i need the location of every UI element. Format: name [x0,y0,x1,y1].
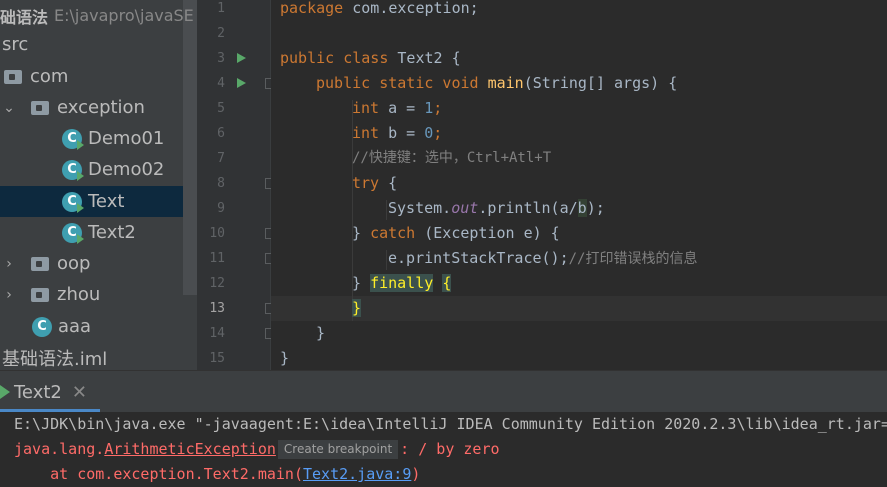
run-tab-label: Text2 [14,381,62,403]
java-class-icon: C [62,128,84,150]
chevron-right-icon[interactable]: › [2,256,16,272]
tree-scrollbar[interactable] [183,0,197,295]
run-tab-text2[interactable]: Text2 ✕ [0,371,100,413]
code-line-12: } finally { [352,274,452,292]
package-folder-icon [31,256,49,271]
tree-item-iml[interactable]: 基础语法.iml [0,342,183,373]
line-number: 10 [209,226,225,241]
tree-item-exception[interactable]: ⌄ exception [0,92,183,123]
create-breakpoint-button[interactable]: Create breakpoint [277,440,399,459]
project-header[interactable]: 础语法 E:\javapro\javaSE [0,0,194,31]
code-line-14: } [316,324,326,342]
line-number: 14 [209,326,225,341]
code-line-4: public static void main(String[] args) { [316,74,678,92]
java-class-icon: C [62,191,84,213]
java-class-icon: C [62,159,84,181]
tree-item-label: 基础语法.iml [2,348,108,370]
run-main-icon[interactable] [237,78,246,88]
tree-item-aaa[interactable]: C aaa [0,311,183,342]
code-line-6: int b = 0; [352,124,443,142]
code-line-10: } catch (Exception e) { [352,224,560,242]
tree-item-src[interactable]: src [0,29,183,60]
tree-item-label: oop [57,253,91,274]
code-line-15: } [280,349,290,367]
java-class-icon: C [62,222,84,244]
code-line-13: } [352,299,362,317]
indent-guide [386,250,387,270]
project-name: 础语法 [0,7,49,27]
package-folder-icon [31,100,49,115]
line-number: 6 [217,126,225,141]
line-number: 1 [217,1,225,16]
chevron-down-icon[interactable]: ⌄ [2,100,16,116]
current-line-highlight [271,296,887,321]
tree-item-label: Demo02 [88,159,165,180]
code-line-9: System.out.println(a/b); [388,199,605,217]
close-icon[interactable]: ✕ [72,382,87,403]
line-number: 2 [217,26,225,41]
package-folder-icon [4,69,22,84]
tree-item-oop[interactable]: › oop [0,248,183,279]
line-number: 12 [209,276,225,291]
console-exception-line: java.lang.ArithmeticException Create brea… [14,440,500,459]
line-number: 11 [209,251,225,266]
tree-item-label: aaa [58,316,92,337]
indent-guide [386,200,387,220]
exception-class-link[interactable]: ArithmeticException [104,440,276,458]
code-line-5: int a = 1; [352,99,443,117]
code-line-11: e.printStackTrace();//打印错误栈的信息 [388,249,698,267]
tree-item-text[interactable]: C Text [0,186,183,217]
tree-item-text2[interactable]: C Text2 [0,217,183,248]
project-path: E:\javapro\javaSE [54,6,194,25]
tree-item-label: com [30,66,69,87]
tree-item-label: exception [57,97,145,118]
tree-item-zhou[interactable]: › zhou [0,279,183,310]
code-line-1: package com.exception; [280,0,479,17]
line-number: 15 [209,351,225,366]
chevron-right-icon[interactable]: › [2,287,16,303]
code-line-7: //快捷键：选中，Ctrl+Atl+T [352,150,552,166]
line-number-current: 13 [209,301,225,316]
stacktrace-file-link[interactable]: Text2.java:9 [303,465,411,483]
package-folder-icon [31,287,49,302]
line-number: 8 [217,176,225,191]
code-line-8: try { [352,174,398,192]
tree-item-com[interactable]: com [0,61,183,92]
console-stacktrace-line: at com.exception.Text2.main(Text2.java:9… [14,465,421,483]
line-number: 3 [217,51,225,66]
line-number: 9 [217,201,225,216]
run-tool-window-header: Text2 ✕ [0,370,887,413]
tree-item-label: zhou [57,284,101,305]
line-number: 7 [217,151,225,166]
console-command-line: E:\JDK\bin\java.exe "-javaagent:E:\idea\… [14,415,887,433]
tree-item-label: Text2 [88,222,136,243]
code-line-3: public class Text2 { [280,49,461,67]
tree-item-label: src [2,34,29,55]
java-class-icon: C [32,316,52,337]
line-number: 5 [217,101,225,116]
tree-item-label: Demo01 [88,128,165,149]
run-config-icon [0,385,10,399]
tree-item-label: Text [88,191,125,212]
line-number: 4 [217,76,225,91]
tree-item-demo01[interactable]: C Demo01 [0,123,183,154]
tree-item-demo02[interactable]: C Demo02 [0,154,183,185]
run-class-icon[interactable] [237,53,246,63]
